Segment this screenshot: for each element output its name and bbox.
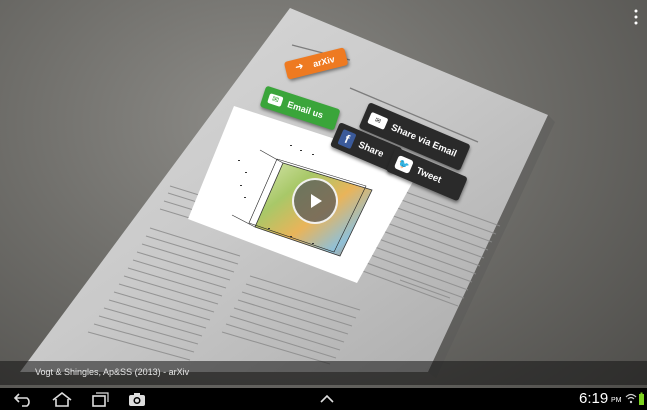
wifi-icon	[625, 393, 637, 404]
caption-text: Vogt & Shingles, Ap&SS (2013) - arXiv	[35, 367, 190, 377]
status-icons	[625, 392, 644, 405]
play-button[interactable]	[292, 178, 338, 224]
home-icon[interactable]	[50, 390, 74, 408]
arrow-right-icon: ➜	[294, 60, 305, 74]
caption-bar: Vogt & Shingles, Ap&SS (2013) - arXiv	[0, 361, 647, 385]
tweet-label: Tweet	[414, 164, 444, 186]
screen: ➜ arXiv ✉ Email us ✉ Share via Email f S…	[0, 0, 647, 410]
clock-ampm: PM	[611, 397, 622, 404]
chevron-up-icon[interactable]	[315, 390, 339, 408]
arxiv-label: arXiv	[311, 54, 336, 70]
overflow-menu-icon[interactable]	[630, 8, 642, 26]
recent-apps-icon[interactable]	[87, 390, 111, 408]
play-icon	[311, 194, 322, 208]
back-icon[interactable]	[12, 390, 36, 408]
system-navigation-bar: 6:19 PM	[0, 388, 647, 410]
mail-icon: ✉	[367, 111, 389, 130]
camera-icon[interactable]	[125, 390, 149, 408]
twitter-bird-icon: 🐦	[393, 154, 414, 175]
email-us-label: Email us	[286, 99, 325, 121]
envelope-icon: ✉	[267, 93, 284, 107]
facebook-icon: f	[337, 128, 357, 150]
clock-time: 6:19	[579, 390, 609, 407]
battery-icon	[639, 392, 644, 405]
share-label: Share	[356, 139, 386, 160]
